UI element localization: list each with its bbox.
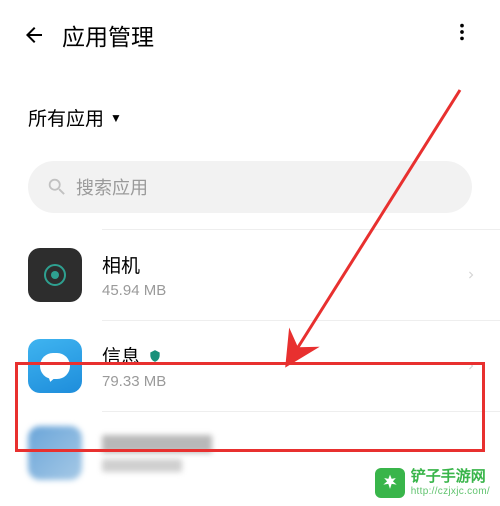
- back-button[interactable]: [20, 21, 48, 49]
- app-size: 79.33 MB: [102, 373, 464, 390]
- blurred-text-block: [102, 435, 212, 472]
- camera-app-icon: [28, 248, 82, 302]
- chevron-right-icon: [464, 268, 478, 282]
- more-vertical-icon: [451, 21, 473, 43]
- app-header: 应用管理: [0, 0, 500, 68]
- search-input[interactable]: 搜索应用: [28, 161, 472, 213]
- app-list-item-camera[interactable]: 相机 45.94 MB: [0, 230, 500, 320]
- app-text-block: 相机 45.94 MB: [102, 251, 464, 299]
- blurred-app-icon: [28, 426, 82, 480]
- chevron-right-icon: [464, 359, 478, 373]
- search-placeholder: 搜索应用: [76, 174, 148, 200]
- app-text-block: 信息 79.33 MB: [102, 342, 464, 390]
- shield-icon: [148, 348, 162, 364]
- app-name: 信息: [102, 342, 464, 369]
- more-menu-button[interactable]: [448, 18, 476, 46]
- app-size: 45.94 MB: [102, 282, 464, 299]
- search-icon: [46, 176, 68, 198]
- app-name-text: 相机: [102, 251, 140, 278]
- watermark: 铲子手游网 http://czjxjc.com/: [375, 468, 490, 498]
- app-name: 相机: [102, 251, 464, 278]
- arrow-left-icon: [22, 23, 46, 47]
- page-title: 应用管理: [62, 18, 154, 52]
- app-name-text: 信息: [102, 342, 140, 369]
- watermark-brand: 铲子手游网: [411, 469, 490, 486]
- app-list-item-messages[interactable]: 信息 79.33 MB: [0, 321, 500, 411]
- filter-dropdown[interactable]: 所有应用 ▼: [0, 68, 500, 151]
- filter-label: 所有应用: [28, 104, 104, 131]
- watermark-url: http://czjxjc.com/: [411, 486, 490, 497]
- watermark-logo-icon: [375, 468, 405, 498]
- caret-down-icon: ▼: [110, 111, 122, 125]
- messages-app-icon: [28, 339, 82, 393]
